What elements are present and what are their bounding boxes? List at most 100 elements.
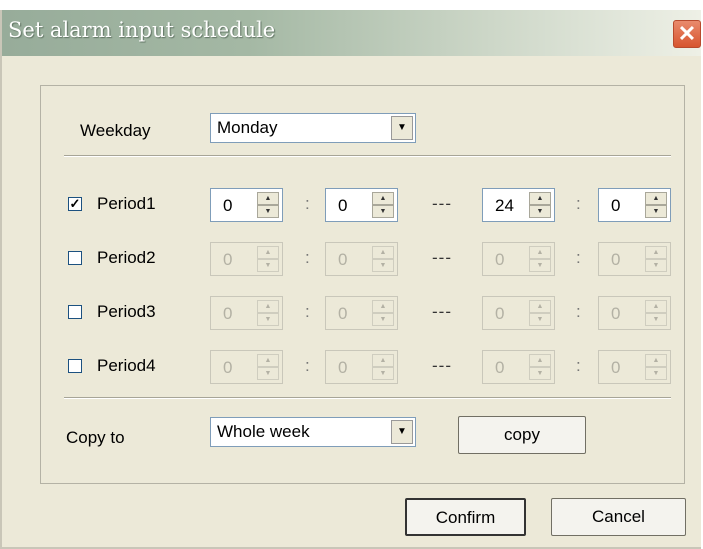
- confirm-button[interactable]: Confirm: [405, 498, 526, 536]
- period3-start-hour-value: 0: [223, 304, 233, 323]
- spin-up-icon[interactable]: ▲: [257, 300, 279, 313]
- time-colon: :: [576, 248, 581, 267]
- spin-up-icon[interactable]: ▲: [645, 300, 667, 313]
- period4-start-hour[interactable]: 0 ▲ ▼: [210, 350, 283, 384]
- cancel-button[interactable]: Cancel: [551, 498, 686, 536]
- chevron-down-icon[interactable]: ▼: [391, 116, 413, 140]
- time-colon: :: [576, 302, 581, 321]
- spin-down-icon[interactable]: ▼: [257, 367, 279, 380]
- period2-checkbox[interactable]: [68, 251, 82, 265]
- spin-up-icon[interactable]: ▲: [372, 246, 394, 259]
- weekday-label: Weekday: [80, 121, 151, 140]
- chevron-down-icon[interactable]: ▼: [391, 420, 413, 444]
- spin-down-icon[interactable]: ▼: [529, 367, 551, 380]
- period2-start-hour-value: 0: [223, 250, 233, 269]
- spin-up-icon[interactable]: ▲: [529, 192, 551, 205]
- time-colon: :: [305, 356, 310, 375]
- spin-up-icon[interactable]: ▲: [372, 300, 394, 313]
- range-dash: ---: [432, 248, 452, 267]
- time-colon: :: [305, 248, 310, 267]
- spin-down-icon[interactable]: ▼: [529, 205, 551, 218]
- period4-start-minute-value: 0: [338, 358, 348, 377]
- period1-start-minute[interactable]: 0 ▲ ▼: [325, 188, 398, 222]
- period3-end-minute[interactable]: 0 ▲ ▼: [598, 296, 671, 330]
- period2-start-hour[interactable]: 0 ▲ ▼: [210, 242, 283, 276]
- spin-down-icon[interactable]: ▼: [645, 367, 667, 380]
- copy-to-value: Whole week: [217, 422, 310, 441]
- title-bar[interactable]: Set alarm input schedule ✕: [2, 10, 701, 56]
- period4-start-hour-value: 0: [223, 358, 233, 377]
- period3-start-hour[interactable]: 0 ▲ ▼: [210, 296, 283, 330]
- period4-end-minute-value: 0: [611, 358, 621, 377]
- period1-label: Period1: [97, 194, 156, 213]
- spin-up-icon[interactable]: ▲: [529, 354, 551, 367]
- dialog-title: Set alarm input schedule: [8, 18, 276, 42]
- period1-end-minute[interactable]: 0 ▲ ▼: [598, 188, 671, 222]
- period1-end-hour[interactable]: 24 ▲ ▼: [482, 188, 555, 222]
- spin-up-icon[interactable]: ▲: [257, 246, 279, 259]
- period2-end-hour-value: 0: [495, 250, 505, 269]
- spin-up-icon[interactable]: ▲: [257, 192, 279, 205]
- spin-down-icon[interactable]: ▼: [645, 205, 667, 218]
- spin-up-icon[interactable]: ▲: [645, 354, 667, 367]
- spin-down-icon[interactable]: ▼: [645, 313, 667, 326]
- period3-start-minute-value: 0: [338, 304, 348, 323]
- period2-start-minute[interactable]: 0 ▲ ▼: [325, 242, 398, 276]
- spin-down-icon[interactable]: ▼: [372, 313, 394, 326]
- period3-end-minute-value: 0: [611, 304, 621, 323]
- period4-end-hour[interactable]: 0 ▲ ▼: [482, 350, 555, 384]
- period2-start-minute-value: 0: [338, 250, 348, 269]
- spin-down-icon[interactable]: ▼: [645, 259, 667, 272]
- period3-end-hour-value: 0: [495, 304, 505, 323]
- weekday-select[interactable]: Monday ▼: [210, 113, 416, 143]
- period3-checkbox[interactable]: [68, 305, 82, 319]
- period2-label: Period2: [97, 248, 156, 267]
- time-colon: :: [576, 356, 581, 375]
- divider-top: [64, 155, 671, 157]
- period1-end-minute-value: 0: [611, 196, 621, 215]
- dialog-window: Set alarm input schedule ✕ Weekday Monda…: [0, 10, 701, 549]
- period4-checkbox[interactable]: [68, 359, 82, 373]
- spin-up-icon[interactable]: ▲: [372, 192, 394, 205]
- time-colon: :: [305, 302, 310, 321]
- spin-down-icon[interactable]: ▼: [257, 259, 279, 272]
- spin-up-icon[interactable]: ▲: [645, 246, 667, 259]
- weekday-value: Monday: [217, 118, 278, 137]
- period2-end-hour[interactable]: 0 ▲ ▼: [482, 242, 555, 276]
- spin-down-icon[interactable]: ▼: [257, 313, 279, 326]
- range-dash: ---: [432, 356, 452, 375]
- range-dash: ---: [432, 302, 452, 321]
- spin-up-icon[interactable]: ▲: [529, 246, 551, 259]
- spin-down-icon[interactable]: ▼: [257, 205, 279, 218]
- spin-down-icon[interactable]: ▼: [372, 205, 394, 218]
- period4-end-hour-value: 0: [495, 358, 505, 377]
- spin-down-icon[interactable]: ▼: [372, 367, 394, 380]
- spin-up-icon[interactable]: ▲: [529, 300, 551, 313]
- time-colon: :: [305, 194, 310, 213]
- period4-end-minute[interactable]: 0 ▲ ▼: [598, 350, 671, 384]
- close-icon: ✕: [677, 21, 697, 46]
- period1-checkbox[interactable]: ✓: [68, 197, 82, 211]
- spin-up-icon[interactable]: ▲: [257, 354, 279, 367]
- spin-down-icon[interactable]: ▼: [529, 259, 551, 272]
- spin-up-icon[interactable]: ▲: [372, 354, 394, 367]
- period1-start-hour[interactable]: 0 ▲ ▼: [210, 188, 283, 222]
- spin-up-icon[interactable]: ▲: [645, 192, 667, 205]
- period1-start-minute-value: 0: [338, 196, 348, 215]
- time-colon: :: [576, 194, 581, 213]
- close-button[interactable]: ✕: [673, 20, 701, 48]
- spin-down-icon[interactable]: ▼: [372, 259, 394, 272]
- period2-end-minute[interactable]: 0 ▲ ▼: [598, 242, 671, 276]
- divider-bottom: [64, 397, 671, 399]
- period2-end-minute-value: 0: [611, 250, 621, 269]
- period4-start-minute[interactable]: 0 ▲ ▼: [325, 350, 398, 384]
- copy-to-select[interactable]: Whole week ▼: [210, 417, 416, 447]
- period3-start-minute[interactable]: 0 ▲ ▼: [325, 296, 398, 330]
- range-dash: ---: [432, 194, 452, 213]
- spin-down-icon[interactable]: ▼: [529, 313, 551, 326]
- copy-button[interactable]: copy: [458, 416, 586, 454]
- period1-start-hour-value: 0: [223, 196, 233, 215]
- period4-label: Period4: [97, 356, 156, 375]
- copy-to-label: Copy to: [66, 428, 125, 447]
- period3-end-hour[interactable]: 0 ▲ ▼: [482, 296, 555, 330]
